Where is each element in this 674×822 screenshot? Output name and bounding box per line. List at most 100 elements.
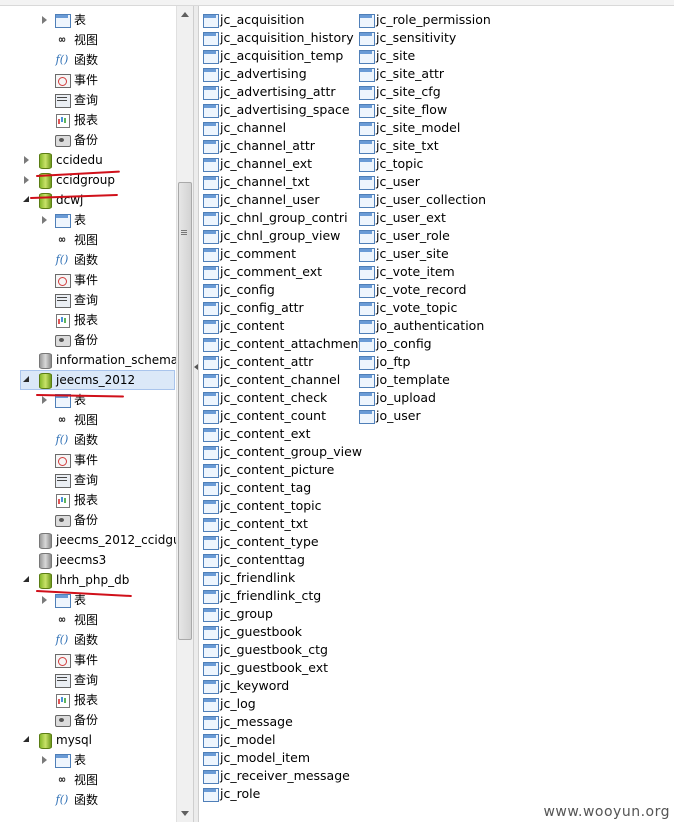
tree-object-node[interactable]: 查询 [40,670,98,690]
tree-object-node[interactable]: ∞ 视图 [40,770,98,790]
tree-object-node[interactable]: 事件 [40,270,98,290]
table-list-item[interactable]: jc_user_role [358,227,450,245]
tree-object-node[interactable]: 事件 [40,450,98,470]
scroll-up-icon[interactable] [177,6,193,23]
database-tree[interactable]: 表 ∞ 视图 f() 函数 事件 查询 报表 备份 ccidedu ccidgroup dcwj 表 ∞ 视… [0,6,176,822]
tree-scrollbar[interactable] [176,6,193,822]
tree-database-node[interactable]: information_schema [22,350,176,370]
tree-object-node[interactable]: 报表 [40,110,98,130]
table-list-item[interactable]: jo_authentication [358,317,484,335]
table-list-item[interactable]: jc_content_ext [202,425,310,443]
table-list-item[interactable]: jc_role_permission [358,11,491,29]
table-list-item[interactable]: jo_ftp [358,353,410,371]
tree-object-node[interactable]: ∞ 视图 [40,410,98,430]
table-list-item[interactable]: jc_vote_topic [358,299,457,317]
tree-object-node[interactable]: ∞ 视图 [40,230,98,250]
table-list-item[interactable]: jc_content_check [202,389,327,407]
collapse-arrow-icon[interactable] [194,364,198,370]
table-list-item[interactable]: jc_content_count [202,407,326,425]
tree-database-node[interactable]: jeecms_2012_ccidgu [22,530,176,550]
table-list-item[interactable]: jc_sensitivity [358,29,456,47]
table-list-item[interactable]: jc_content_attr [202,353,313,371]
table-list-item[interactable]: jc_channel [202,119,286,137]
table-list-item[interactable]: jc_content_attachment [202,335,363,353]
expand-open-icon[interactable] [22,735,32,745]
table-list-item[interactable]: jc_site_attr [358,65,444,83]
tree-object-node[interactable]: f() 函数 [40,790,98,810]
table-list-item[interactable]: jc_content_group_view [202,443,362,461]
tree-database-node[interactable]: lhrh_php_db [22,570,129,590]
tree-object-node[interactable]: 表 [40,10,86,30]
table-list-item[interactable]: jc_friendlink [202,569,295,587]
tree-object-node[interactable]: 备份 [40,510,98,530]
table-list-item[interactable]: jo_upload [358,389,436,407]
table-list-item[interactable]: jc_role [202,785,260,803]
table-list-item[interactable]: jc_keyword [202,677,289,695]
table-list-item[interactable]: jc_site_txt [358,137,439,155]
table-list-item[interactable]: jc_user [358,173,420,191]
tree-object-node[interactable]: f() 函数 [40,50,98,70]
expand-open-icon[interactable] [22,375,32,385]
table-list-item[interactable]: jc_model_item [202,749,310,767]
table-list-item[interactable]: jc_content_type [202,533,319,551]
tree-object-node[interactable]: ∞ 视图 [40,610,98,630]
table-list-item[interactable]: jc_receiver_message [202,767,350,785]
tree-object-node[interactable]: 备份 [40,330,98,350]
tree-object-node[interactable]: 表 [40,390,86,410]
table-list-item[interactable]: jc_group [202,605,273,623]
tree-database-node[interactable]: jeecms_2012 [20,370,175,390]
table-list-item[interactable]: jc_advertising_attr [202,83,336,101]
table-list-item[interactable]: jc_vote_record [358,281,466,299]
table-list-item[interactable]: jc_channel_txt [202,173,310,191]
table-list-item[interactable]: jo_user [358,407,421,425]
tree-object-node[interactable]: 表 [40,210,86,230]
table-list-item[interactable]: jc_acquisition_history [202,29,354,47]
tree-object-node[interactable]: 备份 [40,130,98,150]
expand-collapsed-icon[interactable] [40,15,50,25]
tree-object-node[interactable]: 查询 [40,290,98,310]
expand-collapsed-icon[interactable] [40,215,50,225]
tree-object-node[interactable]: 事件 [40,70,98,90]
table-list-item[interactable]: jc_guestbook [202,623,302,641]
table-list-item[interactable]: jc_advertising_space [202,101,350,119]
table-list-item[interactable]: jc_channel_ext [202,155,312,173]
expand-collapsed-icon[interactable] [40,595,50,605]
table-list-item[interactable]: jc_vote_item [358,263,455,281]
table-list-item[interactable]: jc_user_collection [358,191,486,209]
expand-collapsed-icon[interactable] [22,175,32,185]
table-list-item[interactable]: jc_channel_user [202,191,320,209]
table-list-item[interactable]: jc_content_topic [202,497,322,515]
tree-database-node[interactable]: ccidedu [22,150,103,170]
expand-collapsed-icon[interactable] [40,395,50,405]
table-list-item[interactable]: jc_comment [202,245,296,263]
table-list-item[interactable]: jc_content_txt [202,515,308,533]
table-list-item[interactable]: jc_log [202,695,256,713]
table-list-item[interactable]: jo_config [358,335,432,353]
tree-database-node[interactable]: mysql [22,730,92,750]
table-list-item[interactable]: jc_guestbook_ctg [202,641,328,659]
tree-object-node[interactable]: 查询 [40,90,98,110]
table-list-item[interactable]: jc_content_channel [202,371,340,389]
table-list-item[interactable]: jc_chnl_group_view [202,227,340,245]
table-list-item[interactable]: jc_site_model [358,119,460,137]
expand-collapsed-icon[interactable] [40,755,50,765]
table-list-item[interactable]: jc_site [358,47,415,65]
tree-object-node[interactable]: 事件 [40,650,98,670]
tree-object-node[interactable]: f() 函数 [40,250,98,270]
expand-open-icon[interactable] [22,575,32,585]
table-list-item[interactable]: jo_template [358,371,450,389]
scroll-down-icon[interactable] [177,805,193,822]
table-list-item[interactable]: jc_acquisition [202,11,304,29]
table-list-item[interactable]: jc_user_site [358,245,449,263]
table-list-item[interactable]: jc_channel_attr [202,137,315,155]
table-list-item[interactable]: jc_user_ext [358,209,446,227]
tree-object-node[interactable]: f() 函数 [40,630,98,650]
table-list-item[interactable]: jc_advertising [202,65,307,83]
table-list[interactable]: jc_acquisition jc_acquisition_history jc_a… [199,6,674,822]
table-list-item[interactable]: jc_config_attr [202,299,304,317]
table-list-item[interactable]: jc_config [202,281,275,299]
expand-collapsed-icon[interactable] [22,155,32,165]
table-list-item[interactable]: jc_acquisition_temp [202,47,343,65]
tree-object-node[interactable]: ∞ 视图 [40,30,98,50]
tree-database-node[interactable]: jeecms3 [22,550,106,570]
